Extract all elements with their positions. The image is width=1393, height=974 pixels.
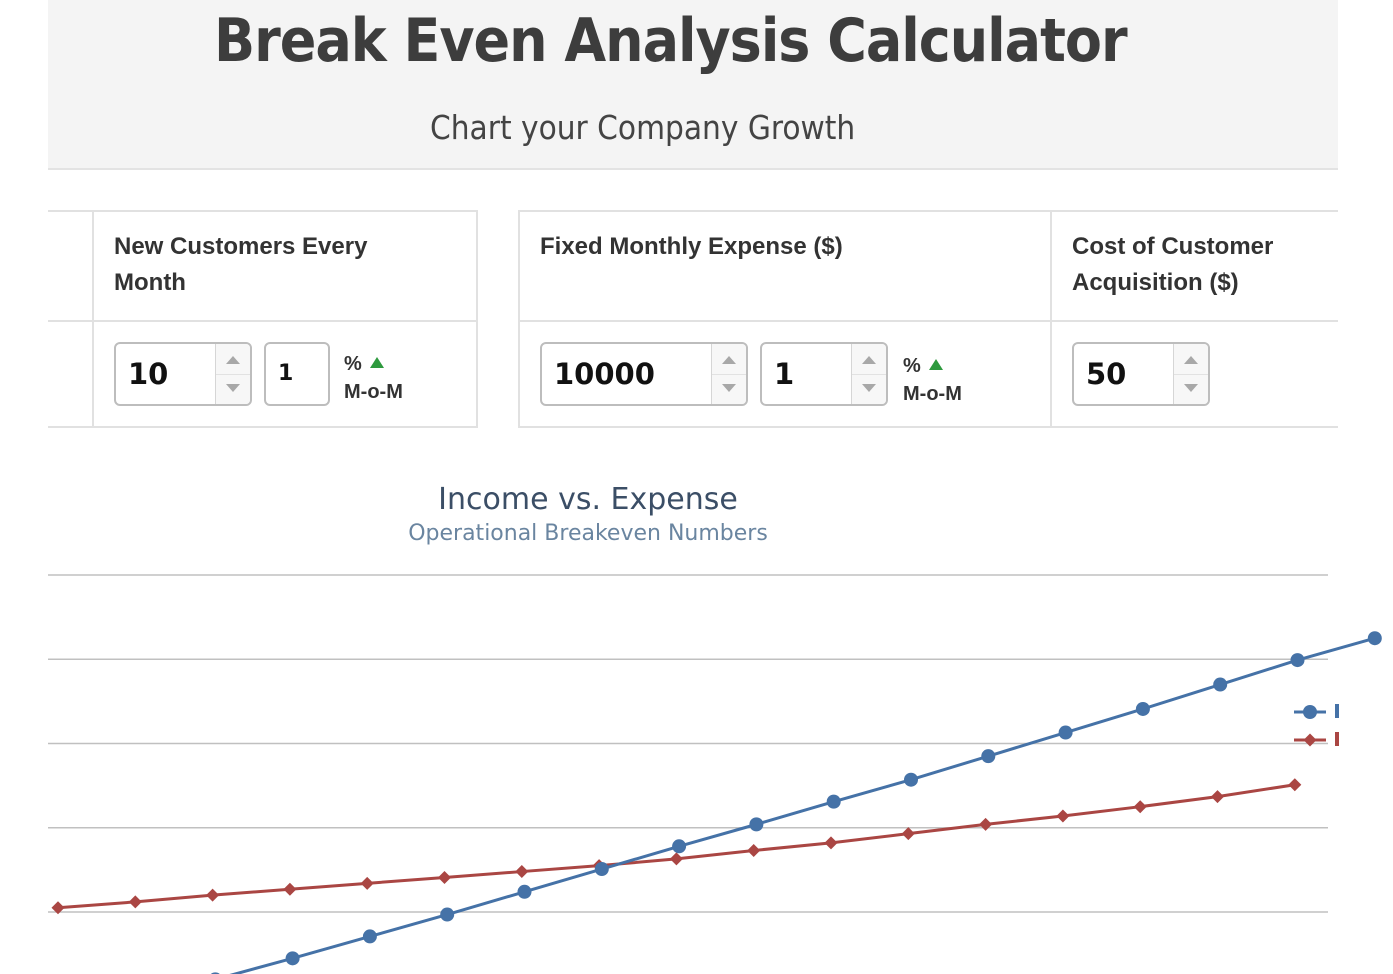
data-point [1056, 809, 1070, 823]
data-point [1133, 800, 1147, 814]
data-point [824, 836, 838, 850]
stepper-down-icon[interactable] [1184, 384, 1198, 392]
data-point [515, 865, 529, 879]
data-point [362, 929, 377, 944]
stepper-up-icon[interactable] [862, 356, 876, 364]
chart-subtitle: Operational Breakeven Numbers [408, 521, 768, 546]
new-customers-stepper[interactable] [215, 344, 250, 404]
data-point [440, 907, 455, 922]
fixed-expense-growth-unit: % [903, 353, 943, 379]
data-point [901, 827, 915, 841]
new-customers-growth-period: M-o-M [344, 381, 403, 403]
stepper-up-icon[interactable] [1184, 356, 1198, 364]
acquisition-cost-stepper[interactable] [1173, 344, 1208, 404]
data-point [285, 951, 300, 966]
data-point [1288, 778, 1302, 792]
stepper-up-icon[interactable] [722, 356, 736, 364]
stepper-down-icon[interactable] [722, 384, 736, 392]
data-point [904, 772, 918, 787]
new-customers-growth-unit: % [344, 351, 384, 377]
data-point [979, 817, 993, 831]
data-point [1213, 677, 1228, 692]
fixed-expense-growth-value: 1 [774, 357, 795, 391]
income-expense-chart [48, 574, 1382, 974]
stepper-down-icon[interactable] [226, 384, 240, 392]
acquisition-cost-value: 50 [1086, 357, 1127, 391]
data-point [981, 749, 996, 764]
fixed-expense-label: Fixed Monthly Expense ($) [540, 233, 843, 260]
data-point [517, 884, 532, 899]
new-customers-input[interactable]: 10 [114, 342, 252, 406]
data-point [1135, 701, 1150, 716]
fixed-expense-value: 10000 [554, 357, 655, 391]
data-point [747, 843, 761, 857]
data-point [826, 794, 841, 809]
data-point [206, 888, 220, 902]
fixed-expense-growth-period: M-o-M [903, 383, 962, 405]
growth-up-icon [369, 357, 384, 368]
data-point [1290, 653, 1305, 668]
data-point [438, 870, 451, 884]
data-point [669, 852, 683, 866]
new-customers-growth-input[interactable]: 1 [264, 342, 330, 406]
fixed-expense-input[interactable]: 10000 [540, 342, 748, 406]
fixed-expense-growth-stepper[interactable] [851, 344, 886, 404]
data-point [749, 817, 764, 832]
page-title: Break Even Analysis Calculator [214, 6, 1128, 76]
data-point [672, 839, 687, 854]
data-point [594, 862, 609, 877]
page-header: Break Even Analysis Calculator Chart you… [48, 0, 1338, 170]
new-customers-value: 10 [128, 357, 169, 391]
growth-up-icon [928, 359, 943, 370]
legend-marker [1303, 705, 1317, 719]
legend-marker [1303, 733, 1317, 747]
fixed-expense-growth-input[interactable]: 1 [760, 342, 888, 406]
data-point [1211, 790, 1224, 804]
legend-label-clip [1335, 704, 1339, 718]
data-point [1367, 631, 1382, 646]
page-subtitle: Chart your Company Growth [430, 108, 856, 147]
data-point [128, 895, 142, 909]
legend-label-clip [1335, 732, 1339, 746]
new-customers-label: New Customers Every Month [114, 233, 368, 296]
new-customers-growth-value: 1 [278, 361, 294, 386]
data-point [360, 876, 374, 890]
acquisition-cost-input[interactable]: 50 [1072, 342, 1210, 406]
data-point [1058, 725, 1073, 740]
fixed-expense-stepper[interactable] [711, 344, 746, 404]
stepper-down-icon[interactable] [862, 384, 876, 392]
stepper-up-icon[interactable] [226, 356, 240, 364]
chart-title: Income vs. Expense [438, 482, 738, 517]
data-point [283, 882, 297, 896]
series-line [229, 636, 1376, 974]
acquisition-cost-label: Cost of Customer Acquisition ($) [1072, 233, 1274, 296]
